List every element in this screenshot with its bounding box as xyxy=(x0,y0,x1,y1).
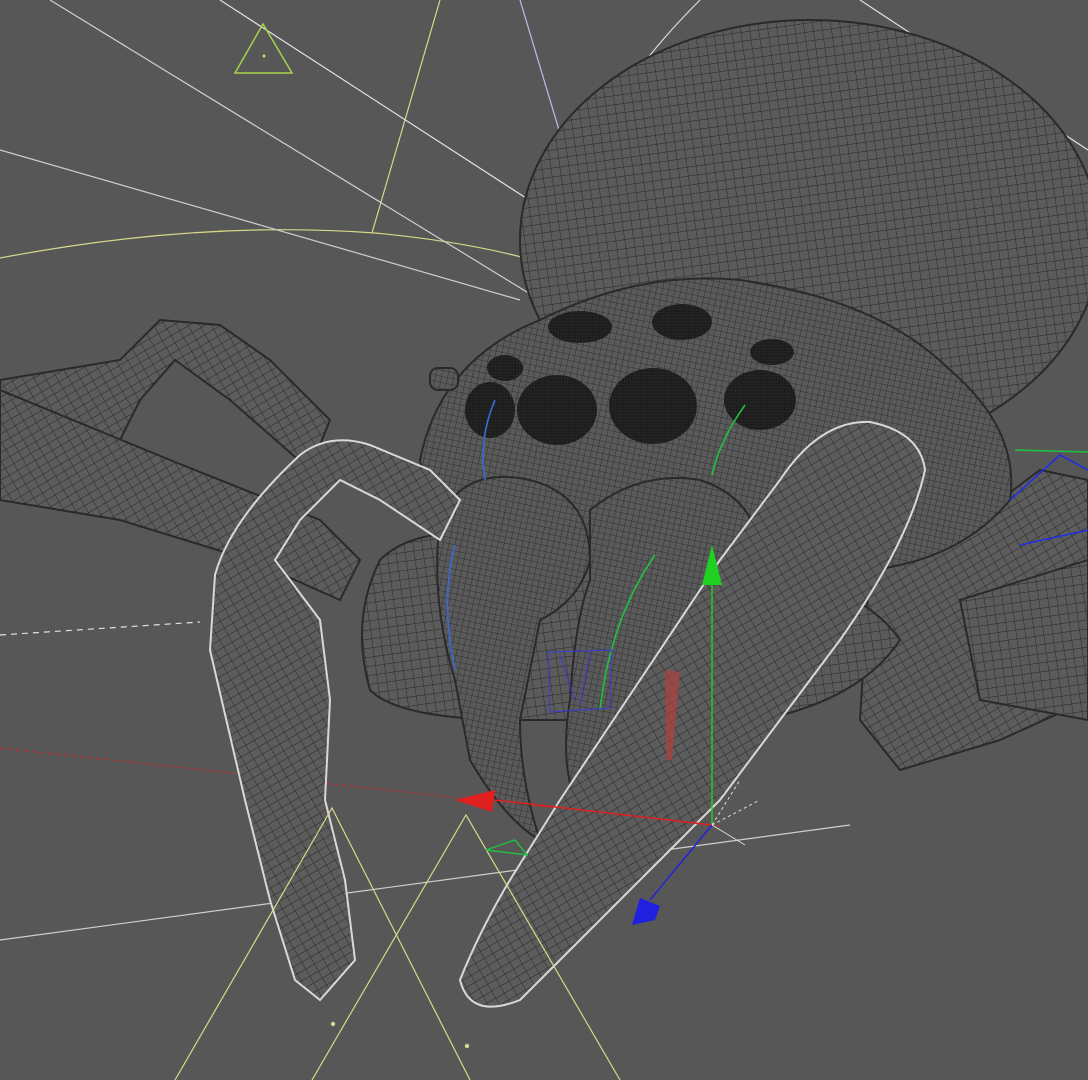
3d-viewport[interactable] xyxy=(0,0,1088,1080)
gizmo-x-arrow-icon[interactable] xyxy=(455,790,495,812)
camera-icon[interactable] xyxy=(233,22,294,74)
gizmo-rotate-handle-icon[interactable] xyxy=(485,839,529,856)
gizmo-z-arrow-icon[interactable] xyxy=(632,898,660,925)
viewport-canvas[interactable] xyxy=(0,0,1088,1080)
